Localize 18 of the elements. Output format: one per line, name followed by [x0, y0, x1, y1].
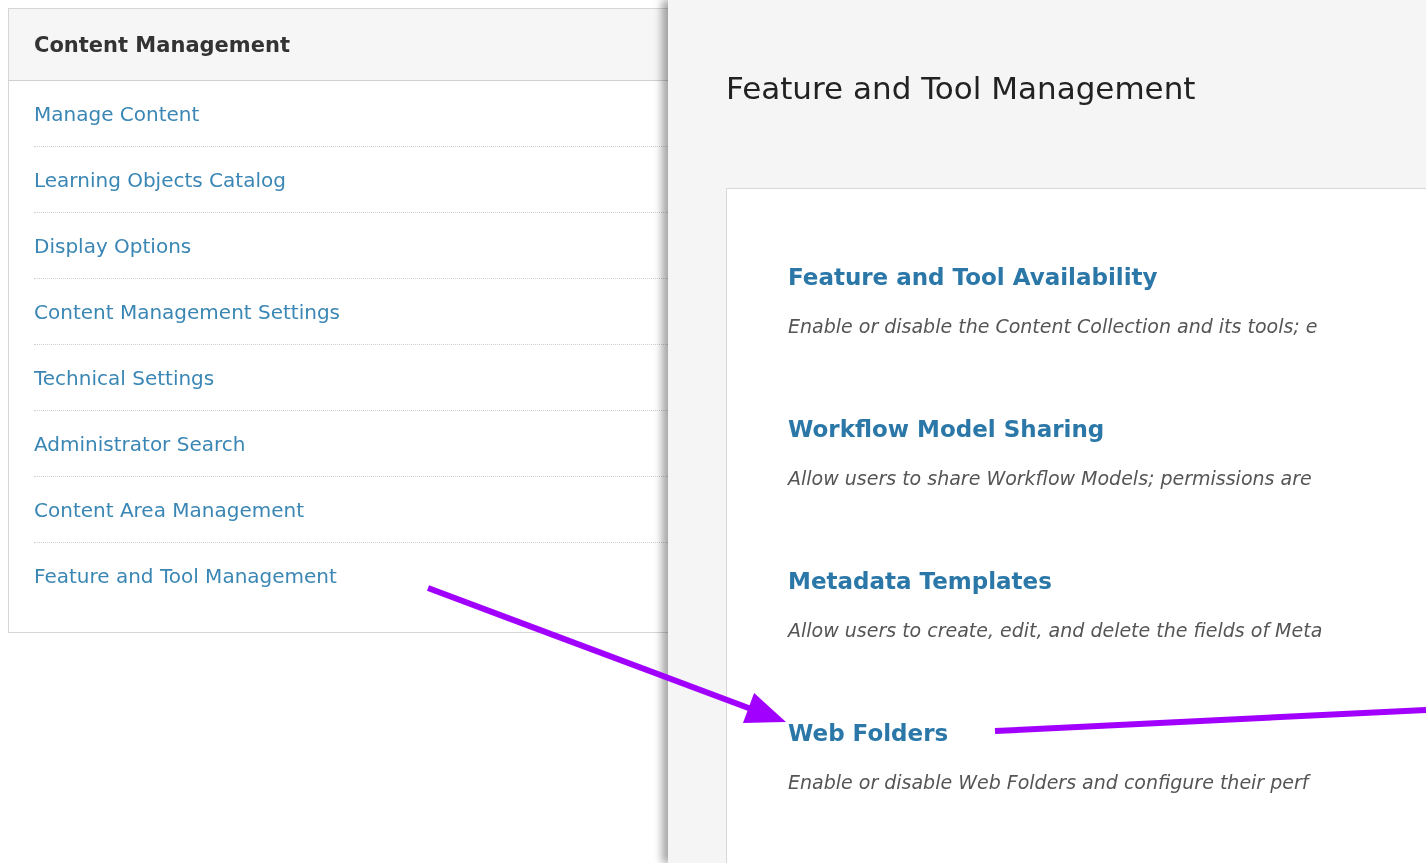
section-link[interactable]: Metadata Templates	[788, 568, 1426, 594]
sidebar-link[interactable]: Technical Settings	[34, 365, 215, 390]
sidebar-link[interactable]: Display Options	[34, 233, 192, 258]
sidebar-link[interactable]: Manage Content	[34, 101, 200, 126]
sidebar-link[interactable]: Content Management Settings	[34, 299, 341, 324]
section-description: Enable or disable Web Folders and configure their perf	[788, 771, 1312, 793]
section-description: Enable or disable the Content Collection and its tools; e	[788, 315, 1319, 337]
section-description: Allow users to share Workflow Models; permissions are	[788, 467, 1313, 489]
page-title: Feature and Tool Management	[726, 70, 1197, 106]
section-description: Allow users to create, edit, and delete the fields of Meta	[788, 619, 1324, 641]
sidebar-link[interactable]: Learning Objects Catalog	[34, 167, 286, 192]
section-link[interactable]: Web Folders	[788, 720, 1426, 746]
sidebar-link[interactable]: Administrator Search	[34, 431, 246, 456]
panel-title: Content Management	[34, 32, 290, 57]
sidebar-link[interactable]: Content Area Management	[34, 497, 305, 522]
section-link[interactable]: Feature and Tool Availability	[788, 264, 1426, 290]
section-link[interactable]: Workflow Model Sharing	[788, 416, 1426, 442]
sidebar-link[interactable]: Feature and Tool Management	[34, 563, 337, 588]
